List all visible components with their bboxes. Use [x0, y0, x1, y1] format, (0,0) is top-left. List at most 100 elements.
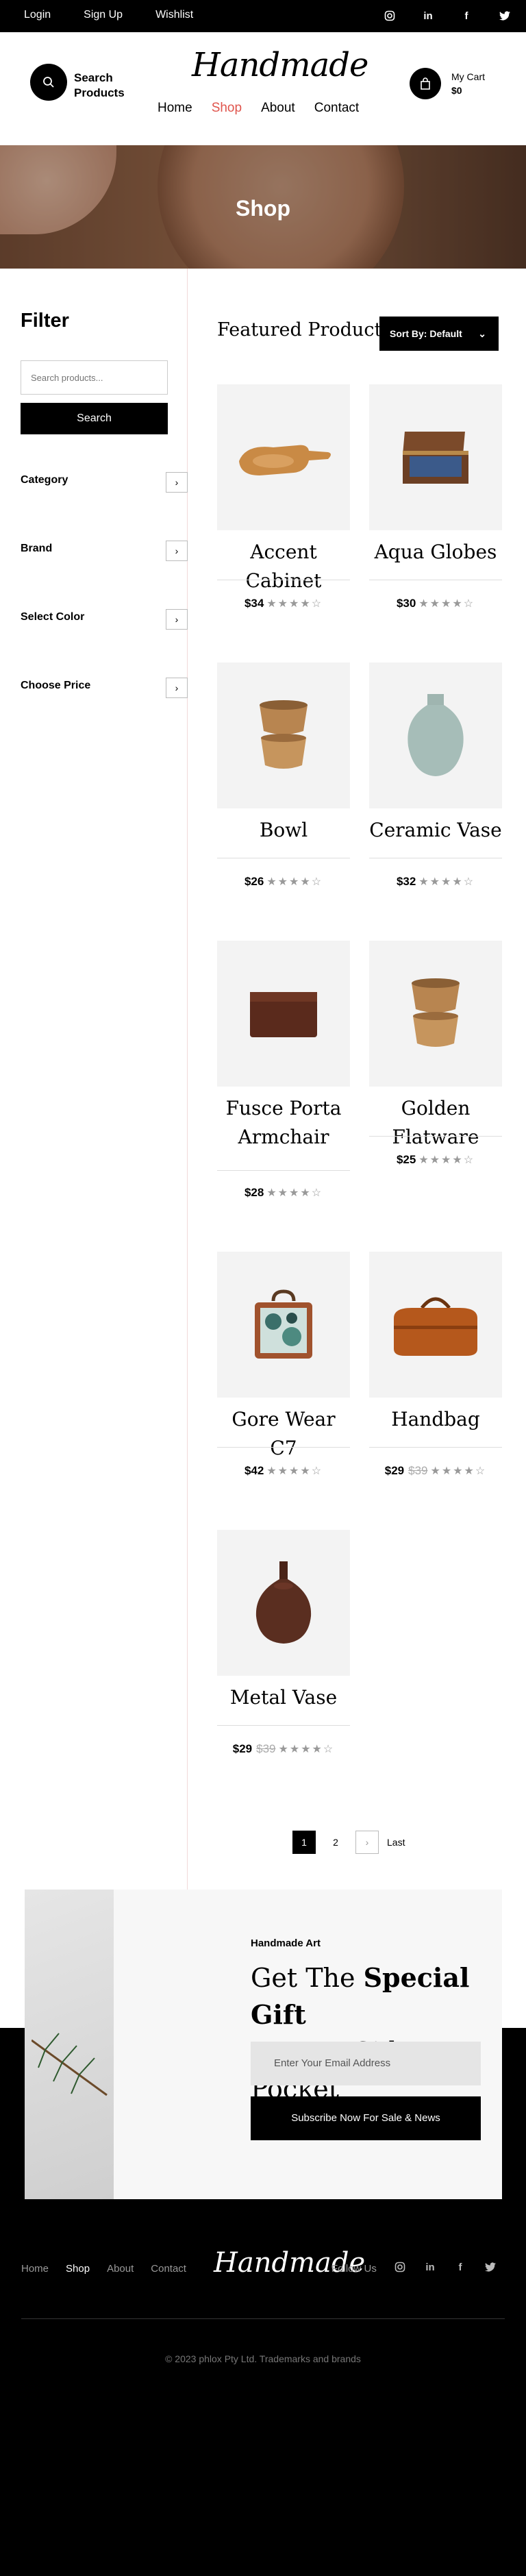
newsletter-promo: Handmade Art Get The Special GiftIn Your…: [25, 1890, 502, 2199]
product-name[interactable]: Handbag: [369, 1405, 502, 1434]
product-image[interactable]: [217, 1252, 350, 1398]
follow-label: Follow Us: [331, 2263, 377, 2275]
product-price: $26: [244, 875, 264, 888]
chevron-right-icon[interactable]: ›: [166, 609, 188, 630]
main-nav: Home Shop About Contact: [158, 101, 378, 116]
signup-link[interactable]: Sign Up: [84, 9, 123, 21]
nav-shop[interactable]: Shop: [212, 101, 242, 116]
pine-branch-icon: [32, 2033, 108, 2096]
product-name[interactable]: Gore Wear C7: [217, 1405, 350, 1463]
twitter-icon[interactable]: [483, 2259, 498, 2275]
product-price: $25: [396, 1153, 416, 1166]
product-name[interactable]: Fusce Porta Armchair: [217, 1094, 350, 1152]
chevron-right-icon[interactable]: ›: [166, 678, 188, 698]
search-icon: [43, 77, 54, 88]
chevron-right-icon[interactable]: ›: [166, 472, 188, 493]
product-image[interactable]: [369, 941, 502, 1087]
facet-brand[interactable]: Brand: [21, 543, 52, 555]
top-bar: Login Sign Up Wishlist in f: [0, 0, 526, 32]
cart-button[interactable]: [410, 68, 441, 99]
product-image[interactable]: [369, 1252, 502, 1398]
product-image[interactable]: [217, 662, 350, 808]
rating-stars: ★★★★☆: [278, 1744, 335, 1755]
facebook-icon[interactable]: f: [453, 2259, 468, 2275]
page-2[interactable]: 2: [324, 1831, 347, 1854]
product-name[interactable]: Ceramic Vase: [369, 816, 502, 845]
product-name[interactable]: Metal Vase: [217, 1683, 350, 1712]
product-search-input[interactable]: [21, 360, 168, 395]
page-1[interactable]: 1: [292, 1831, 316, 1854]
footer-nav-home[interactable]: Home: [21, 2263, 49, 2275]
nav-home[interactable]: Home: [158, 101, 192, 116]
product-search-button[interactable]: Search: [21, 403, 168, 434]
facet-price[interactable]: Choose Price: [21, 680, 90, 692]
product-price: $29: [384, 1464, 405, 1477]
linkedin-icon[interactable]: in: [421, 8, 436, 23]
copyright: © 2023 phlox Pty Ltd. Trademarks and bra…: [165, 2353, 361, 2364]
product-meta: $42 ★★★★☆: [217, 1464, 350, 1478]
last-page-link[interactable]: Last: [387, 1831, 405, 1854]
site-footer: Home Shop About Contact Handmade Follow …: [0, 2199, 526, 2386]
footer-divider: [21, 2318, 505, 2319]
product-name[interactable]: Aqua Globes: [369, 538, 502, 567]
facet-color[interactable]: Select Color: [21, 611, 84, 623]
nav-contact[interactable]: Contact: [314, 101, 359, 116]
sort-dropdown[interactable]: Sort By: Default ⌄: [379, 317, 499, 351]
site-logo[interactable]: Handmade: [192, 46, 368, 84]
product-meta: $32 ★★★★☆: [369, 875, 502, 889]
subscribe-button[interactable]: Subscribe Now For Sale & News: [251, 2096, 481, 2140]
product-image[interactable]: [217, 1530, 350, 1676]
footer-nav-about[interactable]: About: [107, 2263, 134, 2275]
rating-stars: ★★★★☆: [418, 876, 475, 888]
product-name[interactable]: Accent Cabinet: [217, 538, 350, 595]
instagram-icon[interactable]: [382, 8, 397, 23]
next-page-button[interactable]: ›: [355, 1831, 379, 1854]
product-meta: $28 ★★★★☆: [217, 1186, 350, 1200]
product-name[interactable]: Golden Flatware: [369, 1094, 502, 1152]
product-image[interactable]: [217, 941, 350, 1087]
product-price: $28: [244, 1186, 264, 1199]
filter-title: Filter: [21, 310, 69, 332]
product-name[interactable]: Bowl: [217, 816, 350, 845]
product-image[interactable]: [217, 384, 350, 530]
login-link[interactable]: Login: [24, 9, 51, 21]
chevron-right-icon[interactable]: ›: [166, 541, 188, 561]
wishlist-link[interactable]: Wishlist: [155, 9, 193, 21]
section-title: Featured Products: [217, 319, 392, 340]
account-links: Login Sign Up Wishlist: [24, 9, 226, 21]
nav-about[interactable]: About: [261, 101, 295, 116]
footer-social: in f: [392, 2259, 498, 2275]
facet-category[interactable]: Category: [21, 474, 68, 486]
product-old-price: $39: [256, 1742, 276, 1755]
product-price: $34: [244, 597, 264, 610]
instagram-icon[interactable]: [392, 2259, 408, 2275]
rating-stars: ★★★★☆: [418, 598, 475, 610]
product-price: $32: [396, 875, 416, 888]
cart-summary[interactable]: My Cart $0: [451, 70, 485, 97]
social-links: in f: [382, 8, 512, 23]
footer-nav-shop[interactable]: Shop: [66, 2263, 90, 2275]
filter-sidebar: Filter Search Category › Brand › Select …: [0, 269, 188, 1899]
pagination: 1 2 › Last: [292, 1831, 413, 1854]
product-meta: $29 $39 ★★★★☆: [369, 1464, 502, 1478]
promo-kicker: Handmade Art: [251, 1937, 321, 1949]
search-products-label[interactable]: Search Products: [74, 71, 125, 101]
product-meta: $29 $39 ★★★★☆: [217, 1742, 350, 1756]
facebook-icon[interactable]: f: [459, 8, 474, 23]
footer-nav-contact[interactable]: Contact: [151, 2263, 186, 2275]
shopping-bag-icon: [421, 77, 430, 90]
search-button[interactable]: [30, 64, 67, 101]
rating-stars: ★★★★☆: [418, 1154, 475, 1166]
site-header: Search Products Handmade Home Shop About …: [0, 32, 526, 145]
rating-stars: ★★★★☆: [266, 1465, 323, 1477]
product-image[interactable]: [369, 662, 502, 808]
product-price: $42: [244, 1464, 264, 1477]
email-field[interactable]: Enter Your Email Address: [251, 2042, 481, 2085]
hero-banner: Shop: [0, 145, 526, 269]
product-image[interactable]: [369, 384, 502, 530]
product-meta: $26 ★★★★☆: [217, 875, 350, 889]
twitter-icon[interactable]: [497, 8, 512, 23]
linkedin-icon[interactable]: in: [423, 2259, 438, 2275]
product-price: $30: [396, 597, 416, 610]
rating-stars: ★★★★☆: [266, 876, 323, 888]
